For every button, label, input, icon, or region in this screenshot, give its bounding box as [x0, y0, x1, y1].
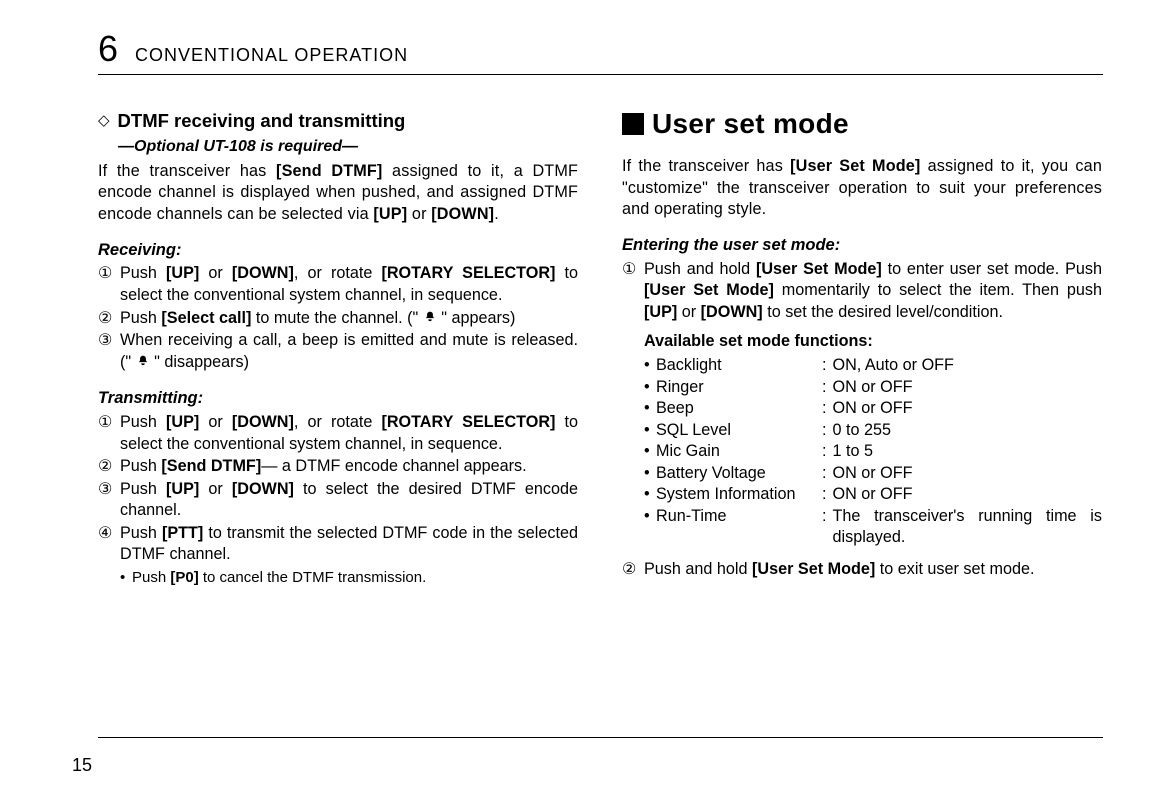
- left-column: ◇ DTMF receiving and transmitting —Optio…: [98, 109, 578, 588]
- rx-step-1: ① Push [UP] or [DOWN], or rotate [ROTARY…: [98, 263, 578, 306]
- section-title-dtmf: DTMF receiving and transmitting: [118, 109, 406, 134]
- chapter-title: CONVENTIONAL OPERATION: [135, 45, 408, 66]
- diamond-icon: ◇: [98, 111, 110, 131]
- step-number-icon: ③: [98, 330, 120, 373]
- func-row-system-info: •System Information :ON or OFF: [644, 484, 1102, 506]
- rx-step-3: ③ When receiving a call, a beep is emitt…: [98, 330, 578, 373]
- step-number-icon: ②: [622, 559, 644, 581]
- receiving-head: Receiving:: [98, 240, 578, 262]
- func-row-run-time: •Run-Time :The transceiver's running tim…: [644, 506, 1102, 549]
- step-number-icon: ②: [98, 308, 120, 330]
- enter-step-1: ① Push and hold [User Set Mode] to enter…: [622, 259, 1102, 324]
- bell-icon: [136, 353, 150, 371]
- step-number-icon: ④: [98, 523, 120, 566]
- header-rule: [98, 74, 1103, 75]
- step-number-icon: ①: [622, 259, 644, 324]
- func-row-battery-voltage: •Battery Voltage :ON or OFF: [644, 463, 1102, 485]
- right-column: User set mode If the transceiver has [Us…: [622, 109, 1102, 588]
- tx-step-3: ③ Push [UP] or [DOWN] to select the desi…: [98, 479, 578, 522]
- available-functions-head: Available set mode functions:: [644, 331, 1102, 353]
- transmitting-head: Transmitting:: [98, 388, 578, 410]
- section-title-user-set: User set mode: [652, 105, 849, 142]
- func-row-beep: •Beep :ON or OFF: [644, 398, 1102, 420]
- tx-step-1: ① Push [UP] or [DOWN], or rotate [ROTARY…: [98, 412, 578, 455]
- enter-step-2: ② Push and hold [User Set Mode] to exit …: [622, 559, 1102, 581]
- section-subtitle-optional: —Optional UT-108 is required—: [118, 136, 578, 157]
- section-square-icon: [622, 113, 644, 135]
- func-row-backlight: •Backlight :ON, Auto or OFF: [644, 355, 1102, 377]
- tx-step-4: ④ Push [PTT] to transmit the selected DT…: [98, 523, 578, 566]
- func-row-sql-level: •SQL Level :0 to 255: [644, 420, 1102, 442]
- step-number-icon: ②: [98, 456, 120, 478]
- rx-step-2: ② Push [Select call] to mute the channel…: [98, 308, 578, 330]
- step-number-icon: ③: [98, 479, 120, 522]
- tx-sub-bullet: • Push [P0] to cancel the DTMF transmiss…: [120, 568, 578, 588]
- bell-icon: [423, 309, 437, 327]
- entering-head: Entering the user set mode:: [622, 235, 1102, 257]
- page-number: 15: [72, 755, 92, 776]
- step-number-icon: ①: [98, 263, 120, 306]
- tx-step-2: ② Push [Send DTMF]— a DTMF encode channe…: [98, 456, 578, 478]
- func-row-ringer: •Ringer :ON or OFF: [644, 377, 1102, 399]
- user-set-intro: If the transceiver has [User Set Mode] a…: [622, 156, 1102, 221]
- header: 6 CONVENTIONAL OPERATION: [98, 28, 1103, 70]
- footer-rule: [98, 737, 1103, 738]
- chapter-number: 6: [98, 28, 117, 70]
- step-number-icon: ①: [98, 412, 120, 455]
- func-row-mic-gain: •Mic Gain :1 to 5: [644, 441, 1102, 463]
- dtmf-intro: If the transceiver has [Send DTMF] assig…: [98, 161, 578, 226]
